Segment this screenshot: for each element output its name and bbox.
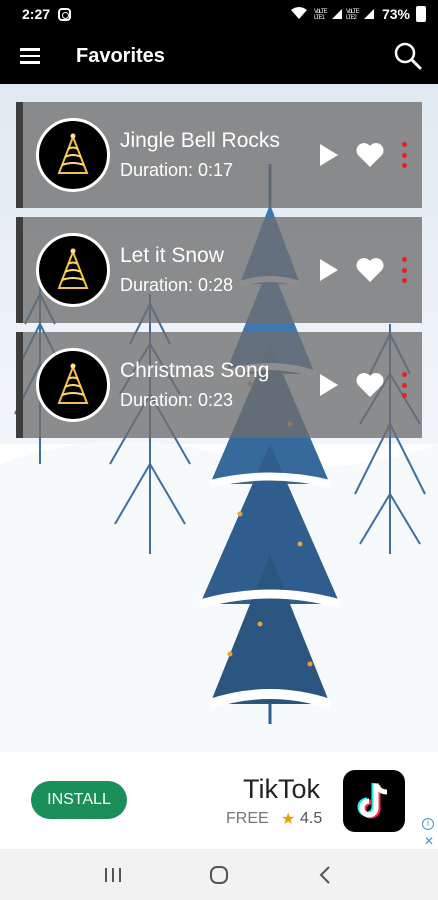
play-button[interactable] (314, 255, 344, 285)
christmas-tree-icon (57, 363, 89, 404)
instagram-notification-icon (58, 7, 72, 21)
ad-banner[interactable]: INSTALL TikTok FREE ★ 4.5 i ✕ (0, 752, 438, 849)
search-icon (394, 42, 422, 70)
more-vertical-icon (401, 372, 407, 377)
song-title: Jingle Bell Rocks (120, 129, 280, 152)
play-icon (320, 374, 338, 396)
more-vertical-icon (401, 142, 407, 147)
play-button[interactable] (314, 370, 344, 400)
play-button[interactable] (314, 140, 344, 170)
christmas-tree-icon (57, 133, 89, 174)
play-icon (320, 144, 338, 166)
star-icon: ★ (281, 811, 296, 828)
song-thumbnail (36, 348, 110, 422)
ad-app-name[interactable]: TikTok (243, 774, 320, 805)
song-duration: Duration: 0:28 (120, 275, 234, 295)
song-thumbnail (36, 118, 110, 192)
song-card[interactable]: Let it Snow Duration: 0:28 (16, 217, 422, 323)
play-icon (320, 259, 338, 281)
favorite-button[interactable] (354, 255, 386, 285)
menu-button[interactable] (0, 28, 60, 84)
song-duration: Duration: 0:17 (120, 160, 234, 180)
more-options-button[interactable] (398, 140, 410, 170)
search-button[interactable] (388, 36, 428, 76)
status-time: 2:27 (22, 6, 51, 22)
menu-icon (20, 48, 40, 51)
heart-icon (356, 373, 384, 397)
home-button[interactable] (204, 860, 234, 890)
favorite-button[interactable] (354, 370, 386, 400)
heart-icon (356, 258, 384, 282)
ad-price: FREE (226, 810, 269, 827)
svg-text:LTE2: LTE2 (346, 15, 358, 20)
system-nav-bar (0, 849, 438, 900)
wifi-icon (290, 6, 308, 23)
back-icon (319, 865, 330, 884)
home-icon (210, 865, 228, 884)
christmas-tree-icon (57, 248, 89, 289)
battery-percent: 73% (381, 6, 410, 22)
favorite-button[interactable] (354, 140, 386, 170)
ad-info-icon[interactable]: i (422, 818, 434, 830)
page-title: Favorites (76, 44, 165, 67)
song-title: Christmas Song (120, 359, 270, 382)
more-options-button[interactable] (398, 370, 410, 400)
heart-icon (356, 143, 384, 167)
more-vertical-icon (401, 257, 407, 262)
recents-icon (105, 867, 121, 882)
back-button[interactable] (310, 860, 340, 890)
install-button[interactable]: INSTALL (31, 781, 127, 819)
song-duration: Duration: 0:23 (120, 390, 234, 410)
song-title: Let it Snow (120, 244, 224, 267)
more-options-button[interactable] (398, 255, 410, 285)
signal-indicator: VoLTE LTE1 VoLTE LTE2 (314, 6, 376, 23)
song-card[interactable]: Christmas Song Duration: 0:23 (16, 332, 422, 438)
battery-icon (416, 6, 426, 22)
recent-apps-button[interactable] (98, 860, 128, 890)
svg-text:LTE1: LTE1 (314, 15, 326, 20)
song-thumbnail (36, 233, 110, 307)
tiktok-logo-icon[interactable] (343, 770, 405, 832)
status-bar: 2:27 VoLTE LTE1 VoLTE LTE2 73% (0, 0, 438, 28)
ad-rating: 4.5 (300, 810, 323, 827)
song-card[interactable]: Jingle Bell Rocks Duration: 0:17 (16, 102, 422, 208)
app-bar: Favorites (0, 28, 438, 84)
ad-close-icon[interactable]: ✕ (424, 834, 434, 848)
